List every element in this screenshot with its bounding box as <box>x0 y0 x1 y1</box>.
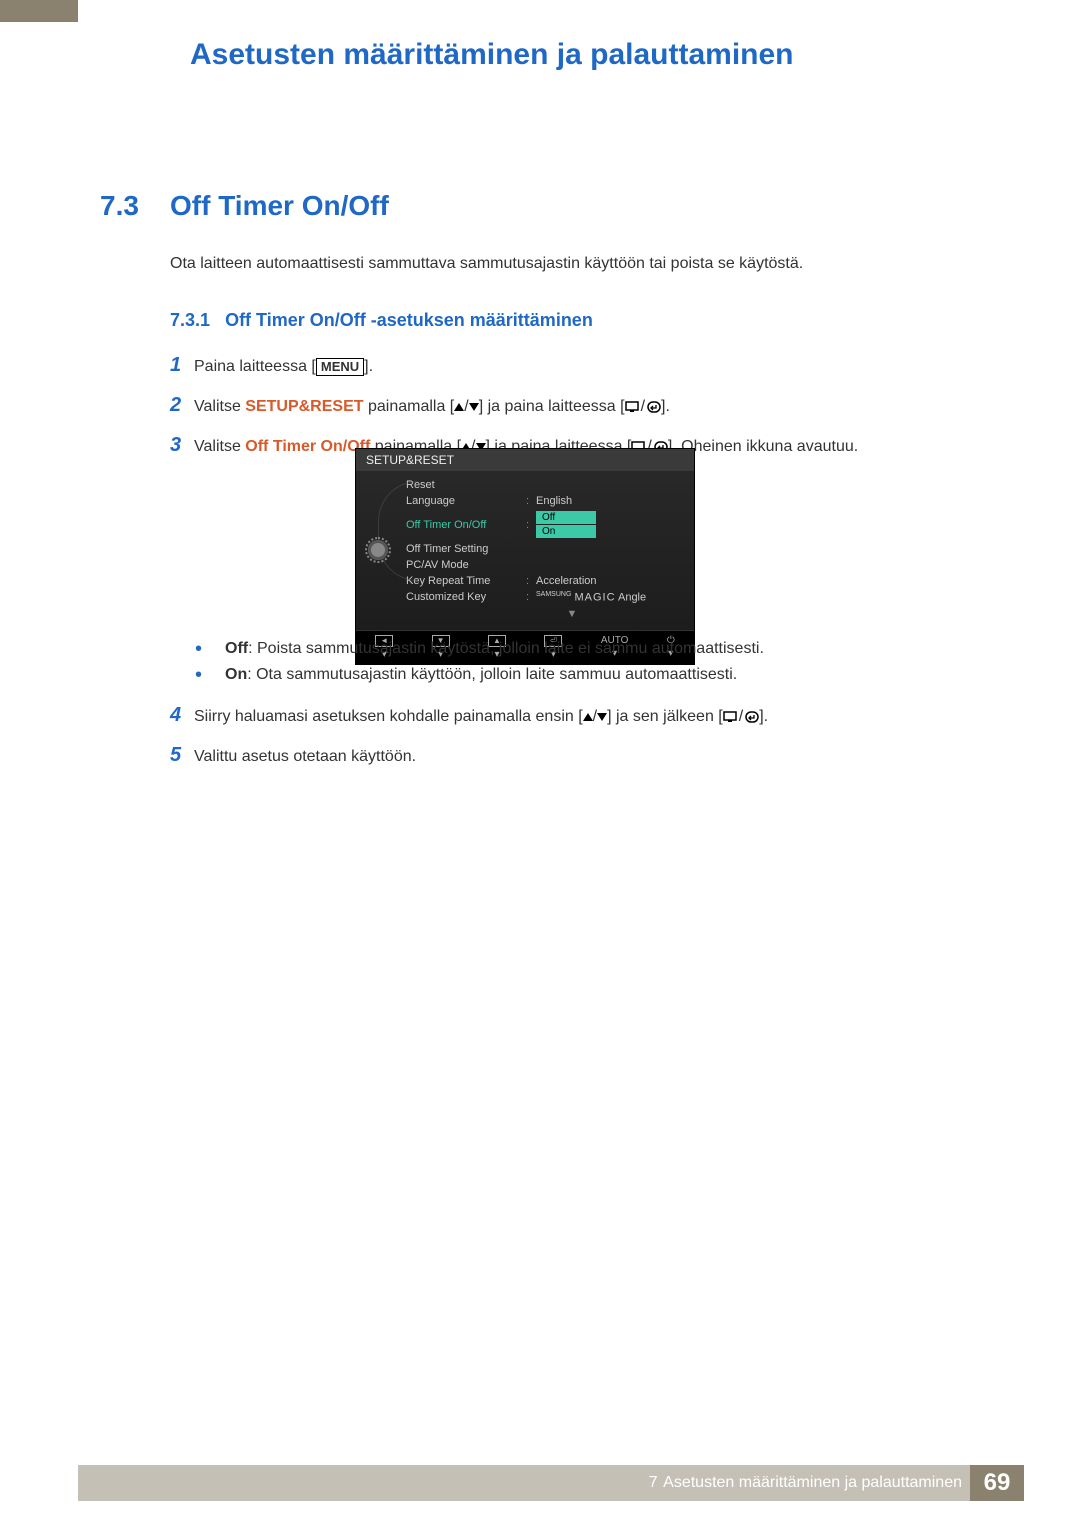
footer-bar: 7 Asetusten määrittäminen ja palauttamin… <box>78 1465 1024 1501</box>
source-enter-icon: / <box>625 395 661 419</box>
left-tab-accent <box>0 0 78 22</box>
osd-row-language: Language : English <box>400 493 694 509</box>
bullet-off: • Off: Poista sammutusajastin käytöstä, … <box>195 640 965 658</box>
osd-row-off-timer-onoff: Off Timer On/Off : Off On <box>400 509 694 541</box>
step-text: Valitse SETUP&RESET painamalla [/] ja pa… <box>194 395 970 419</box>
source-enter-icon: / <box>723 705 759 729</box>
step-text: Paina laitteessa [MENU]. <box>194 355 970 379</box>
step-2: 2 Valitse SETUP&RESET painamalla [/] ja … <box>170 390 970 420</box>
step-text: Valittu asetus otetaan käyttöön. <box>194 745 970 769</box>
chapter-title: Asetusten määrittäminen ja palauttaminen <box>190 38 794 72</box>
section-title: Off Timer On/Off <box>170 190 389 222</box>
osd-row-pcav-mode: PC/AV Mode <box>400 557 694 573</box>
osd-row-customized-key: Customized Key : SAMSUNG MAGIC Angle <box>400 589 694 606</box>
up-down-icon: / <box>454 395 478 419</box>
osd-more-indicator: ▼ <box>400 606 694 624</box>
off-timer-label: Off Timer On/Off <box>245 438 370 455</box>
menu-button-label: MENU <box>316 358 364 376</box>
osd-menu: Reset Language : English Off Timer On/Of… <box>400 471 694 630</box>
step-number: 4 <box>170 700 194 730</box>
setup-reset-label: SETUP&RESET <box>245 398 363 415</box>
osd-title: SETUP&RESET <box>356 449 694 471</box>
osd-side-icon-area <box>356 471 400 630</box>
step-number: 3 <box>170 430 194 460</box>
osd-row-off-timer-setting: Off Timer Setting <box>400 541 694 557</box>
section-number: 7.3 <box>100 190 139 222</box>
off-label: Off <box>225 640 248 657</box>
osd-row-key-repeat: Key Repeat Time : Acceleration <box>400 573 694 589</box>
gear-icon <box>368 540 388 560</box>
step-number: 5 <box>170 740 194 770</box>
section-intro: Ota laitteen automaattisesti sammuttava … <box>170 255 803 273</box>
bullet-list: • Off: Poista sammutusajastin käytöstä, … <box>195 640 965 692</box>
osd-body: Reset Language : English Off Timer On/Of… <box>356 471 694 630</box>
page-number: 69 <box>970 1465 1024 1501</box>
step-number: 1 <box>170 350 194 380</box>
osd-window: SETUP&RESET Reset Language : English Off… <box>355 448 695 665</box>
osd-option-on: On <box>536 525 596 538</box>
left-margin-tab <box>0 0 78 1527</box>
up-down-icon: / <box>583 705 607 729</box>
footer-chapter-text: 7 Asetusten määrittäminen ja palauttamin… <box>649 1474 970 1492</box>
step-4: 4 Siirry haluamasi asetuksen kohdalle pa… <box>170 700 970 730</box>
osd-option-off: Off <box>536 511 596 524</box>
step-text: Siirry haluamasi asetuksen kohdalle pain… <box>194 705 970 729</box>
osd-row-reset: Reset <box>400 477 694 493</box>
step-1: 1 Paina laitteessa [MENU]. <box>170 350 970 380</box>
step-5: 5 Valittu asetus otetaan käyttöön. <box>170 740 970 770</box>
steps-list-after: 4 Siirry haluamasi asetuksen kohdalle pa… <box>170 700 970 780</box>
subsection-heading: 7.3.1 Off Timer On/Off -asetuksen määrit… <box>170 310 593 331</box>
subsection-number: 7.3.1 <box>170 310 210 330</box>
bullet-dot-icon: • <box>195 640 225 658</box>
bullet-on: • On: Ota sammutusajastin käyttöön, joll… <box>195 666 965 684</box>
bullet-dot-icon: • <box>195 666 225 684</box>
on-label: On <box>225 666 247 683</box>
step-number: 2 <box>170 390 194 420</box>
subsection-title: Off Timer On/Off -asetuksen määrittämine… <box>225 310 593 330</box>
